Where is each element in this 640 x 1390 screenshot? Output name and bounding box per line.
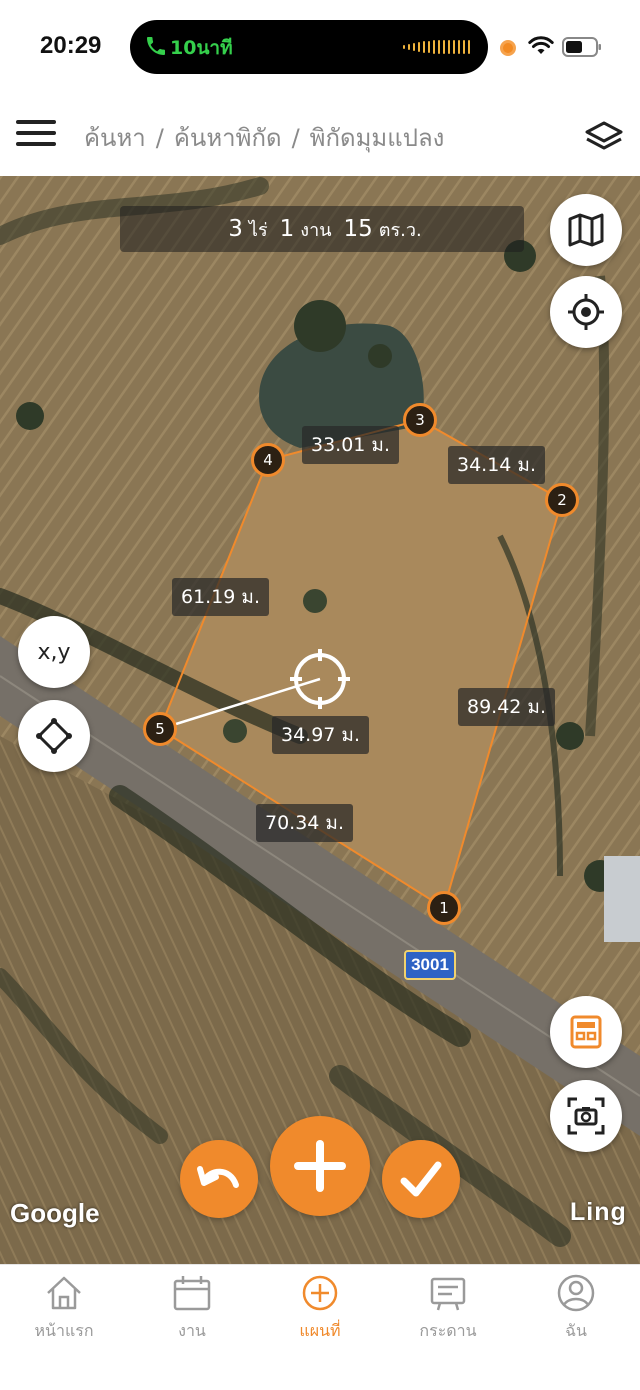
app-screen: 20:29 10นาที ค้นหา / ค้นหาพิกัด / พิกัดม… xyxy=(0,0,640,1390)
my-location-button[interactable] xyxy=(550,276,622,348)
plot-corner-marker-2[interactable]: 2 xyxy=(545,483,579,517)
area-ngan-value: 1 xyxy=(279,216,295,242)
layers-icon[interactable] xyxy=(584,120,624,154)
map-type-button[interactable] xyxy=(550,194,622,266)
plus-icon xyxy=(294,1140,346,1192)
distance-label-2-1: 89.42 ม. xyxy=(458,688,555,726)
breadcrumb-item-search[interactable]: ค้นหา xyxy=(84,124,146,152)
watermark: Ling xyxy=(570,1198,627,1226)
top-header: ค้นหา / ค้นหาพิกัด / พิกัดมุมแปลง xyxy=(0,96,640,176)
breadcrumb: ค้นหา / ค้นหาพิกัด / พิกัดมุมแปลง xyxy=(84,118,444,157)
area-rai-value: 3 xyxy=(228,216,243,242)
bottom-navigation: หน้าแรก งาน แผนที่ กระดาน ฉัน xyxy=(0,1264,640,1390)
audio-waveform-icon xyxy=(403,38,470,56)
nav-home-label: หน้าแรก xyxy=(34,1321,94,1340)
calendar-icon xyxy=(173,1276,211,1311)
map-type-icon xyxy=(568,213,604,247)
wifi-icon xyxy=(528,36,554,54)
diamond-vertex-icon xyxy=(36,718,72,754)
area-ngan-unit: งาน xyxy=(300,219,332,241)
home-icon xyxy=(47,1276,81,1310)
clock: 20:29 xyxy=(40,32,102,59)
nav-board[interactable]: กระดาน xyxy=(384,1265,512,1375)
breadcrumb-item-coordinate-search[interactable]: ค้นหาพิกัด xyxy=(174,124,282,152)
breadcrumb-item-plot-corners: พิกัดมุมแปลง xyxy=(309,124,445,152)
undo-button[interactable] xyxy=(180,1140,258,1218)
my-location-icon xyxy=(568,294,604,330)
plot-corner-marker-1[interactable]: 1 xyxy=(427,891,461,925)
board-icon xyxy=(430,1277,466,1311)
area-wa-value: 15 xyxy=(343,216,373,242)
area-wa-unit: ตร.ว. xyxy=(378,219,422,241)
undo-icon xyxy=(197,1166,239,1188)
nav-map[interactable]: แผนที่ xyxy=(256,1265,384,1375)
dynamic-island[interactable]: 10นาที xyxy=(130,20,488,74)
nav-tasks-label: งาน xyxy=(178,1321,206,1340)
breadcrumb-separator: / xyxy=(155,124,164,152)
confirm-button[interactable] xyxy=(382,1140,460,1218)
screenshot-button[interactable] xyxy=(550,1080,622,1152)
distance-label-5-4: 61.19 ม. xyxy=(172,578,269,616)
google-attribution: Google xyxy=(10,1198,100,1228)
plot-corner-marker-3[interactable]: 3 xyxy=(403,403,437,437)
plot-corner-marker-5[interactable]: 5 xyxy=(143,712,177,746)
status-bar: 20:29 10นาที xyxy=(0,0,640,96)
profile-icon xyxy=(557,1274,595,1312)
call-duration: 10นาที xyxy=(170,37,233,59)
recording-indicator-icon xyxy=(500,40,516,56)
nav-profile[interactable]: ฉัน xyxy=(512,1265,640,1375)
add-point-button[interactable] xyxy=(270,1116,370,1216)
vertex-tool-button[interactable] xyxy=(18,700,90,772)
area-rai-unit: ไร่ xyxy=(248,219,268,241)
distance-label-crosshair: 34.97 ม. xyxy=(272,716,369,754)
hamburger-menu-icon[interactable] xyxy=(16,120,56,150)
nav-board-label: กระดาน xyxy=(419,1321,477,1340)
area-summary: 3 ไร่ 1 งาน 15 ตร.ว. xyxy=(120,206,524,252)
plot-corner-marker-4[interactable]: 4 xyxy=(251,443,285,477)
distance-label-3-2: 34.14 ม. xyxy=(448,446,545,484)
nav-profile-label: ฉัน xyxy=(565,1321,587,1340)
check-icon xyxy=(400,1161,442,1197)
phone-icon xyxy=(147,37,165,55)
breadcrumb-separator: / xyxy=(291,124,300,152)
nav-tasks[interactable]: งาน xyxy=(128,1265,256,1375)
xy-coordinate-button[interactable]: x,y xyxy=(18,616,90,688)
road-number-badge: 3001 xyxy=(404,950,456,980)
calculator-icon xyxy=(570,1015,602,1049)
nav-map-label: แผนที่ xyxy=(299,1321,341,1340)
nav-home[interactable]: หน้าแรก xyxy=(0,1265,128,1375)
screenshot-icon xyxy=(567,1097,605,1135)
calculator-button[interactable] xyxy=(550,996,622,1068)
add-circle-icon xyxy=(302,1275,338,1311)
distance-label-4-3: 33.01 ม. xyxy=(302,426,399,464)
distance-label-1-5: 70.34 ม. xyxy=(256,804,353,842)
satellite-map[interactable]: 3 ไร่ 1 งาน 15 ตร.ว. x,y 33.01 ม. 34.14 … xyxy=(0,176,640,1264)
battery-icon xyxy=(562,37,601,57)
